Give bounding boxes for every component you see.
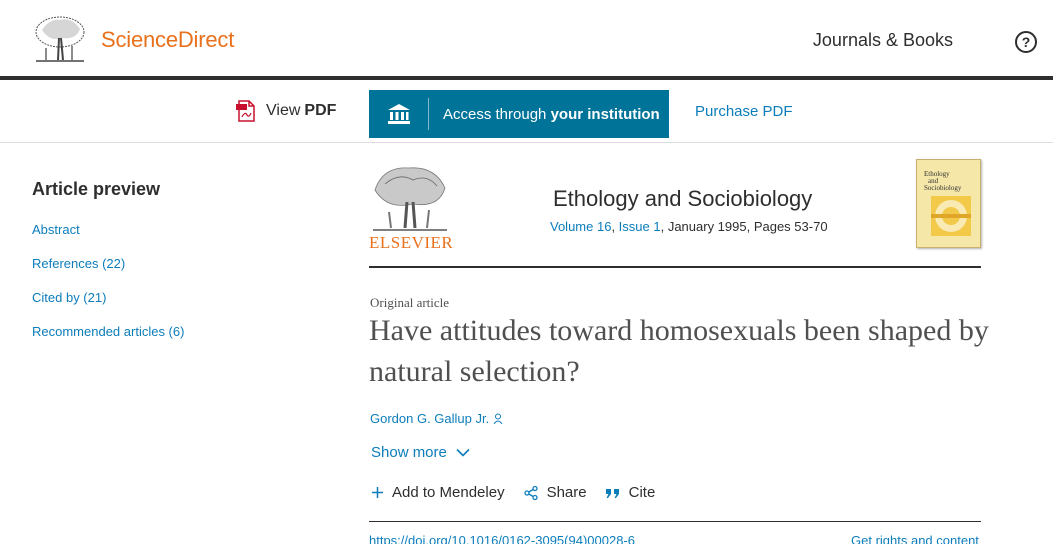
view-pdf-button[interactable]: View PDF bbox=[236, 100, 336, 122]
chevron-down-icon bbox=[456, 448, 470, 457]
article-toolbar: View PDF Access through your institution … bbox=[0, 84, 1053, 143]
sidebar-link-cited-by[interactable]: Cited by (21) bbox=[32, 290, 106, 305]
sidebar-link-references[interactable]: References (22) bbox=[32, 256, 125, 271]
journal-volume-info: Volume 16, Issue 1, January 1995, Pages … bbox=[550, 219, 828, 234]
show-more-button[interactable]: Show more bbox=[371, 444, 470, 461]
view-pdf-label: View bbox=[266, 102, 301, 119]
sciencedirect-brand[interactable]: ScienceDirect bbox=[101, 27, 234, 53]
sidebar-link-recommended[interactable]: Recommended articles (6) bbox=[32, 324, 184, 339]
institution-icon bbox=[369, 98, 429, 130]
show-more-label: Show more bbox=[371, 444, 447, 461]
volume-link[interactable]: Volume 16 bbox=[550, 219, 611, 234]
pdf-icon bbox=[236, 100, 255, 122]
author-link[interactable]: Gordon G. Gallup Jr. bbox=[370, 411, 503, 426]
access-label-bold: your institution bbox=[550, 105, 660, 123]
sidebar-link-abstract[interactable]: Abstract bbox=[32, 222, 80, 237]
author-name: Gordon G. Gallup Jr. bbox=[370, 411, 490, 426]
article-title: Have attitudes toward homosexuals been s… bbox=[369, 314, 989, 388]
rights-link[interactable]: Get rights and content bbox=[851, 533, 979, 544]
person-icon bbox=[493, 413, 503, 424]
share-icon bbox=[523, 485, 538, 500]
elsevier-wordmark: ELSEVIER bbox=[369, 233, 454, 252]
issue-date-pages: , January 1995, Pages 53-70 bbox=[660, 219, 828, 234]
svg-text:Sociobiology: Sociobiology bbox=[924, 184, 962, 192]
cite-label: Cite bbox=[628, 484, 656, 501]
share-label: Share bbox=[546, 484, 587, 501]
add-to-mendeley-label: Add to Mendeley bbox=[392, 484, 505, 501]
access-label: Access through bbox=[443, 105, 547, 123]
elsevier-tree-logo[interactable] bbox=[32, 14, 88, 66]
plus-icon bbox=[372, 487, 383, 498]
view-pdf-label-bold: PDF bbox=[304, 102, 337, 119]
help-icon[interactable]: ? bbox=[1015, 31, 1037, 53]
journal-divider bbox=[369, 266, 981, 268]
article-actions: Add to Mendeley Share Cite bbox=[371, 484, 673, 501]
journal-title-link[interactable]: Ethology and Sociobiology bbox=[553, 186, 812, 212]
article-divider bbox=[369, 521, 981, 522]
article-type-label: Original article bbox=[370, 295, 450, 310]
add-to-mendeley-button[interactable]: Add to Mendeley bbox=[371, 484, 505, 501]
quote-icon bbox=[605, 488, 619, 498]
journals-books-link[interactable]: Journals & Books bbox=[813, 30, 953, 51]
top-header: ScienceDirect Journals & Books ? bbox=[0, 0, 1053, 80]
access-institution-button[interactable]: Access through your institution bbox=[369, 90, 669, 138]
cite-button[interactable]: Cite bbox=[605, 484, 656, 501]
doi-link[interactable]: https://doi.org/10.1016/0162-3095(94)000… bbox=[369, 533, 635, 544]
share-button[interactable]: Share bbox=[523, 484, 587, 501]
issue-link[interactable]: Issue 1 bbox=[619, 219, 661, 234]
article-preview-heading: Article preview bbox=[32, 179, 161, 199]
journal-cover-image[interactable]: Ethology and Sociobiology bbox=[916, 159, 981, 248]
purchase-pdf-link[interactable]: Purchase PDF bbox=[695, 103, 793, 120]
